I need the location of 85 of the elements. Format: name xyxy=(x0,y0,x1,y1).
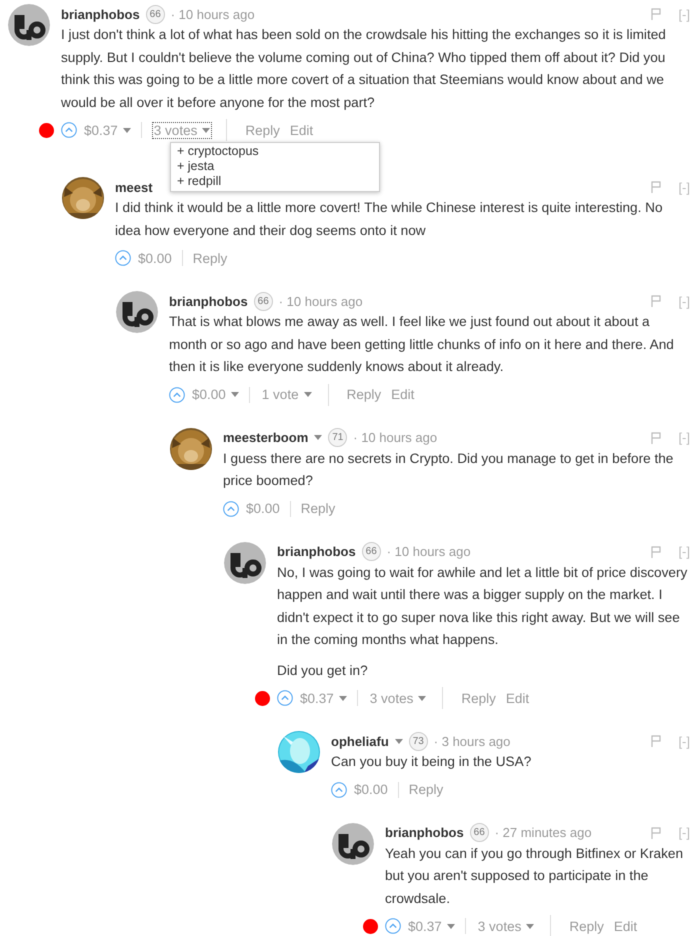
flag-icon[interactable] xyxy=(651,735,662,747)
comment-text: I did think it would be a little more covert! The while Chinese interest is quite interesting. No idea how everyone and their dog seems onto it now xyxy=(115,199,664,240)
voter-item[interactable]: + redpill xyxy=(177,174,373,189)
comment-text: No, I was going to wait for awhile and let a little bit of price discovery happen and wait until there was a bigger supply on the market. I didn't expect it to go super nova like this right away. But we will see in the coming months what happens. xyxy=(277,564,688,649)
collapse-link[interactable]: [-] xyxy=(678,430,690,445)
comment-text: That is what blows me away as well. I feel like we just found out about it about a month or so ago and have been getting little chunks of info on it here and there. And then it is like everyone suddenly knows about it already. xyxy=(169,313,675,376)
timestamp: · 10 hours ago xyxy=(278,294,363,308)
author-name[interactable]: brianphobos xyxy=(277,544,356,559)
collapse-link[interactable]: [-] xyxy=(678,734,690,748)
comment-text: I guess there are no secrets in Crypto. Did you manage to get in before the price boomed? xyxy=(223,450,674,490)
timestamp: · 10 hours ago xyxy=(353,430,438,445)
logo-avatar xyxy=(224,542,266,584)
collapse-link[interactable]: [-] xyxy=(678,294,690,308)
action-link[interactable]: Edit xyxy=(290,122,314,138)
reputation-badge: 66 xyxy=(362,542,381,561)
reputation-badge: 66 xyxy=(146,4,165,24)
flag-icon[interactable] xyxy=(651,546,662,558)
action-link[interactable]: Reply xyxy=(408,782,444,797)
upvote-icon[interactable] xyxy=(385,918,401,934)
action-link[interactable]: Reply xyxy=(346,387,382,402)
caret-icon xyxy=(122,128,131,132)
author-name[interactable]: meest xyxy=(115,180,153,194)
payout-amount[interactable]: $0.37 xyxy=(84,122,131,138)
flag-icon[interactable] xyxy=(651,8,662,20)
comment-text: I just don't think a lot of what has been sold on the crowdsale his hitting the exchanges so it is limited supply. But I couldn't believe the volume coming out of China? Who tipped them off about it? Did you think this was going to be a little more covert of a situation that Steemians would know about and we would be all over it before anyone for the most part? xyxy=(61,26,667,112)
payout-amount[interactable]: $0.00 xyxy=(192,387,239,402)
caret-icon xyxy=(526,924,534,928)
flag-icon[interactable] xyxy=(651,432,662,444)
collapse-link[interactable]: [-] xyxy=(678,544,690,559)
payout-amount: $0.00 xyxy=(246,501,280,516)
caret-icon xyxy=(446,924,455,928)
reputation-badge: 71 xyxy=(328,428,348,447)
collapse-link[interactable]: [-] xyxy=(678,180,690,194)
flag-icon[interactable] xyxy=(651,295,662,307)
author-name[interactable]: brianphobos xyxy=(385,825,464,840)
author-name[interactable]: brianphobos xyxy=(61,6,140,22)
upvote-icon[interactable] xyxy=(223,500,239,516)
payout-amount[interactable]: $0.37 xyxy=(300,690,347,706)
votes-dropdown[interactable]: 3 votes xyxy=(152,122,212,138)
upvote-icon[interactable] xyxy=(61,122,77,138)
comment-text: Yeah you can if you go through Bitfinex or Kraken but you aren't supposed to participate in the crowdsale. xyxy=(385,844,684,908)
comment-text: Can you buy it being in the USA? xyxy=(331,753,532,771)
payout-amount: $0.00 xyxy=(354,782,388,797)
action-link[interactable]: Reply xyxy=(461,690,496,706)
timestamp: · 10 hours ago xyxy=(386,544,471,559)
action-link[interactable]: Edit xyxy=(506,690,530,706)
action-link[interactable]: Reply xyxy=(300,501,336,516)
payout-amount[interactable]: $0.37 xyxy=(408,918,455,934)
upvote-icon[interactable] xyxy=(169,386,185,402)
timestamp: · 3 hours ago xyxy=(434,734,510,748)
caret-icon xyxy=(202,128,210,132)
votes-dropdown[interactable]: 1 vote xyxy=(260,386,314,403)
collapse-link[interactable]: [-] xyxy=(678,825,690,840)
upvote-icon[interactable] xyxy=(115,250,131,266)
flag-icon[interactable] xyxy=(651,181,662,193)
logo-avatar xyxy=(8,4,50,46)
timestamp: · 27 minutes ago xyxy=(494,825,592,840)
upvote-icon[interactable] xyxy=(331,782,347,798)
flag-icon[interactable] xyxy=(651,826,662,838)
comment-text: Did you get in? xyxy=(277,662,369,680)
action-link[interactable]: Edit xyxy=(614,918,638,934)
voter-item[interactable]: + jesta xyxy=(177,159,373,174)
logo-avatar xyxy=(116,291,158,333)
caret-icon xyxy=(338,696,347,700)
reputation-badge: 73 xyxy=(408,732,428,750)
action-link[interactable]: Reply xyxy=(569,918,604,934)
votes-dropdown[interactable]: 3 votes xyxy=(476,918,536,934)
payout-amount: $0.00 xyxy=(138,250,172,266)
caret-icon xyxy=(304,392,312,397)
logo-avatar xyxy=(332,822,374,864)
action-link[interactable]: Edit xyxy=(391,387,414,402)
collapse-link[interactable]: [-] xyxy=(678,6,690,22)
upvote-icon[interactable] xyxy=(277,690,293,706)
timestamp: · 10 hours ago xyxy=(170,6,255,22)
reputation-badge: 66 xyxy=(470,823,489,842)
votes-dropdown[interactable]: 3 votes xyxy=(368,690,428,706)
voter-item[interactable]: + cryptoctopus xyxy=(177,144,373,159)
action-link[interactable]: Reply xyxy=(245,122,280,138)
author-name[interactable]: meesterboom xyxy=(223,430,308,445)
caret-icon xyxy=(418,696,426,700)
caret-icon xyxy=(230,392,239,397)
reputation-badge: 66 xyxy=(254,292,273,310)
author-name[interactable]: brianphobos xyxy=(169,294,248,308)
action-link[interactable]: Reply xyxy=(192,250,228,266)
author-name[interactable]: opheliafu xyxy=(331,734,389,748)
